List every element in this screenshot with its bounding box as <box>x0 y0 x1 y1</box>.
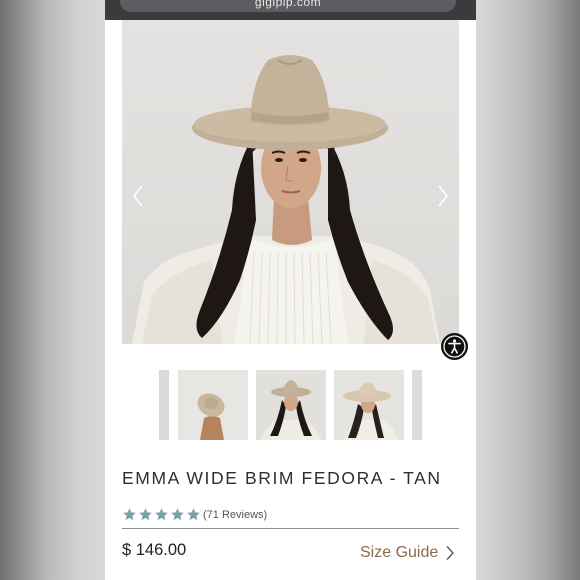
star-icon <box>139 508 152 521</box>
product-rating[interactable]: (71 Reviews) <box>122 507 267 522</box>
hero-photo <box>122 20 459 344</box>
star-icon <box>187 508 200 521</box>
star-icon <box>171 508 184 521</box>
size-guide-link[interactable]: Size Guide <box>360 544 455 562</box>
accessibility-button[interactable] <box>441 333 468 360</box>
thumbnail-image <box>178 370 248 440</box>
star-icon <box>123 508 136 521</box>
thumbnail-hat-flatlay[interactable] <box>178 370 248 440</box>
thumbnail-model-side[interactable] <box>334 370 404 440</box>
thumbnail-model-front[interactable] <box>256 370 326 440</box>
reviews-link[interactable]: (71 Reviews) <box>203 509 267 521</box>
product-title: EMMA WIDE BRIM FEDORA - TAN <box>122 468 442 488</box>
browser-bar: gigipip.com <box>105 0 476 20</box>
chevron-right-icon[interactable] <box>435 184 451 208</box>
thumbnail-image <box>256 370 326 440</box>
address-bar[interactable]: gigipip.com <box>120 0 456 12</box>
thumbnail-strip <box>105 370 476 440</box>
chevron-right-icon <box>446 546 455 560</box>
phone-screen: gigipip.com EMMA WIDE BRIM FEDORA - TAN … <box>105 0 476 580</box>
url-text: gigipip.com <box>254 0 322 9</box>
star-rating <box>122 507 202 522</box>
product-main-image[interactable] <box>122 20 459 344</box>
accessibility-icon <box>443 335 466 358</box>
thumbnail-image <box>334 370 404 440</box>
star-icon <box>155 508 168 521</box>
thumbnail-partial-left[interactable] <box>159 370 169 440</box>
divider <box>122 528 459 529</box>
chevron-left-icon[interactable] <box>130 184 146 208</box>
thumbnail-partial-right[interactable] <box>412 370 422 440</box>
size-guide-label: Size Guide <box>360 544 439 561</box>
product-price: $ 146.00 <box>122 541 187 559</box>
